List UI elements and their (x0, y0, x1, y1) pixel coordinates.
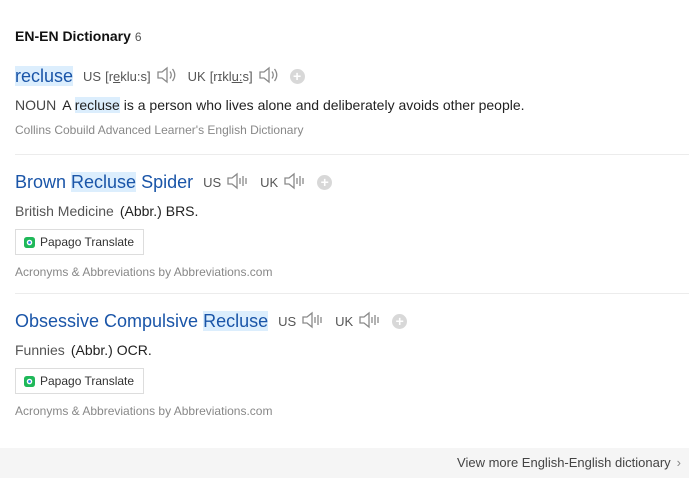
headword-highlight: Recluse (203, 311, 269, 331)
us-ipa: [reklu:s] (105, 69, 151, 84)
us-pronunciation: US (278, 311, 325, 332)
headword-highlight: Recluse (71, 172, 137, 192)
source-text: Acronyms & Abbreviations by Abbreviation… (15, 404, 273, 418)
entry-brown-recluse-spider: Brown Recluse Spider US UK + British Med… (15, 172, 689, 279)
source-text: Collins Cobuild Advanced Learner's Engli… (15, 123, 304, 137)
headword-link[interactable]: recluse (15, 66, 74, 87)
section-title: EN-EN Dictionary 6 (15, 28, 142, 44)
definition: British Medicine (Abbr.) BRS. (15, 203, 199, 219)
section-title-text: EN-EN Dictionary (15, 28, 131, 44)
divider (15, 154, 689, 155)
speaker-icon[interactable] (283, 172, 307, 193)
plus-icon[interactable]: + (392, 314, 408, 329)
speaker-icon[interactable] (301, 311, 325, 332)
speaker-icon[interactable] (358, 311, 382, 332)
papago-translate-button[interactable]: Papago Translate (15, 368, 145, 394)
view-more-link[interactable]: View more English-English dictionary › (457, 455, 681, 470)
papago-translate-label: Papago Translate (40, 374, 135, 388)
uk-pronunciation: UK (260, 172, 307, 193)
speaker-icon[interactable] (226, 172, 250, 193)
result-count: 6 (134, 30, 142, 44)
papago-translate-button[interactable]: Papago Translate (15, 229, 145, 255)
part-of-speech: NOUN (15, 97, 57, 113)
speaker-icon[interactable] (156, 66, 178, 87)
uk-pronunciation: UK [rɪklu:s] (188, 66, 280, 87)
definition: NOUN A recluse is a person who lives alon… (15, 97, 525, 113)
entry-recluse: recluse US [reklu:s] UK [rɪklu:s] + NOUN… (15, 66, 689, 137)
entry-obsessive-compulsive-recluse: Obsessive Compulsive Recluse US UK + Fun… (15, 311, 689, 418)
plus-icon[interactable]: + (317, 175, 333, 190)
headword-highlight: recluse (15, 66, 74, 86)
headword-link[interactable]: Obsessive Compulsive Recluse (15, 311, 269, 332)
category-tag: Funnies (15, 342, 65, 358)
speaker-icon[interactable] (258, 66, 280, 87)
uk-pronunciation: UK (335, 311, 382, 332)
papago-translate-label: Papago Translate (40, 235, 135, 249)
headword-link[interactable]: Brown Recluse Spider (15, 172, 193, 193)
us-pronunciation: US (203, 172, 250, 193)
papago-icon (24, 236, 35, 248)
uk-ipa: [rɪklu:s] (209, 69, 253, 84)
papago-icon (24, 375, 35, 387)
us-pronunciation: US [reklu:s] (83, 66, 178, 87)
source-text: Acronyms & Abbreviations by Abbreviation… (15, 265, 273, 279)
category-tag: British Medicine (15, 203, 114, 219)
chevron-right-icon: › (676, 455, 681, 470)
definition: Funnies (Abbr.) OCR. (15, 342, 152, 358)
divider (15, 293, 689, 294)
footer-bar: View more English-English dictionary › (0, 448, 689, 478)
plus-icon[interactable]: + (289, 69, 305, 84)
